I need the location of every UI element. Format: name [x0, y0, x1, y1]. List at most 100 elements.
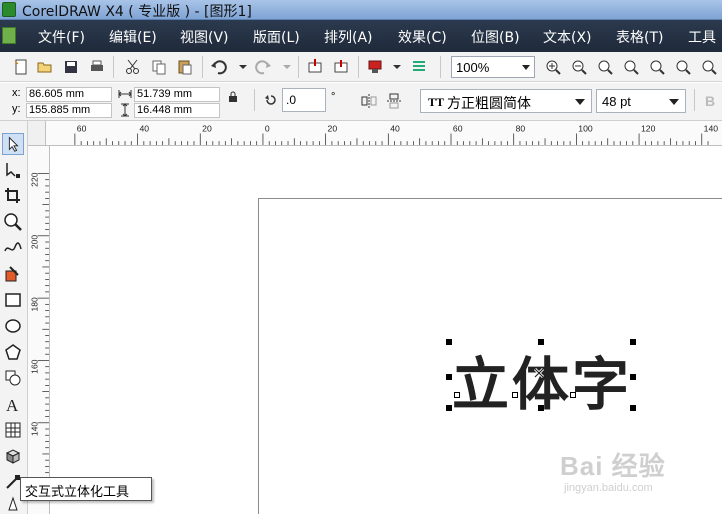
shape-tool-icon[interactable]	[2, 159, 24, 181]
crop-tool-icon[interactable]	[2, 185, 24, 207]
selection-handle[interactable]	[538, 339, 544, 345]
zoom-all-objects-icon[interactable]	[622, 58, 640, 76]
text-tool-icon[interactable]: A	[2, 393, 24, 415]
menu-arrange[interactable]: 排列(A)	[324, 27, 373, 47]
open-folder-icon[interactable]	[36, 58, 54, 76]
height-field[interactable]: 16.448 mm	[134, 103, 220, 118]
freehand-tool-icon[interactable]	[2, 237, 24, 259]
horizontal-ruler[interactable]: 60 40 20 0 20 40 60 80 100 120 140	[46, 121, 722, 146]
toolbar-separator	[113, 56, 114, 78]
zoom-out-icon[interactable]	[570, 58, 588, 76]
ruler-tick-label: 100	[578, 124, 593, 134]
zoom-selected-icon[interactable]	[596, 58, 614, 76]
ruler-tick-label: 60	[77, 124, 87, 134]
text-node-handle[interactable]	[454, 392, 460, 398]
font-size-select[interactable]: 48 pt	[596, 89, 686, 113]
smart-fill-tool-icon[interactable]	[2, 263, 24, 285]
menu-bitmaps[interactable]: 位图(B)	[471, 27, 520, 47]
welcome-screen-icon[interactable]	[410, 58, 428, 76]
menu-bar: 文件(F) 编辑(E) 视图(V) 版面(L) 排列(A) 效果(C) 位图(B…	[0, 20, 722, 52]
ruler-tick-label: 40	[390, 124, 400, 134]
zoom-page-width-icon[interactable]	[674, 58, 692, 76]
bold-icon[interactable]: B	[704, 93, 718, 109]
chevron-down-icon	[669, 99, 679, 105]
copy-icon[interactable]	[150, 58, 168, 76]
menu-edit[interactable]: 编辑(E)	[109, 27, 157, 47]
baidu-watermark: Bai 经验 jingyan.baidu.com	[560, 438, 720, 498]
zoom-level-value: 100%	[456, 60, 490, 75]
text-node-handle[interactable]	[570, 392, 576, 398]
font-family-select[interactable]: TT 方正粗圆简体	[420, 89, 592, 113]
ellipse-tool-icon[interactable]	[2, 315, 24, 337]
selection-handle[interactable]	[446, 374, 452, 380]
polygon-tool-icon[interactable]	[2, 341, 24, 363]
basic-shapes-tool-icon[interactable]	[2, 367, 24, 389]
y-label: y:	[12, 103, 21, 115]
new-document-icon[interactable]	[12, 58, 30, 76]
redo-icon[interactable]	[254, 58, 272, 76]
undo-icon[interactable]	[210, 58, 228, 76]
save-icon[interactable]	[62, 58, 80, 76]
pick-tool-icon[interactable]	[2, 133, 24, 155]
zoom-tool-icon[interactable]	[2, 211, 24, 233]
ruler-tick-label: 20	[328, 124, 338, 134]
text-node-handle[interactable]	[512, 392, 518, 398]
coreldraw-app-icon	[2, 2, 16, 17]
print-icon[interactable]	[88, 58, 106, 76]
mirror-horizontal-icon[interactable]	[360, 93, 378, 109]
x-position-field[interactable]: 86.605 mm	[26, 87, 112, 102]
selection-handle[interactable]	[446, 339, 452, 345]
toolbox: A	[0, 121, 28, 514]
ruler-tick-label: 220	[30, 172, 40, 187]
redo-dropdown-icon[interactable]	[278, 58, 296, 76]
ruler-tick-label: 180	[30, 297, 40, 312]
rectangle-tool-icon[interactable]	[2, 289, 24, 311]
launcher-dropdown-icon[interactable]	[388, 58, 406, 76]
zoom-page-height-icon[interactable]	[700, 58, 718, 76]
paste-icon[interactable]	[176, 58, 194, 76]
ruler-tick-label: 40	[139, 124, 149, 134]
cut-icon[interactable]	[124, 58, 142, 76]
vertical-ruler[interactable]: 220 200 180 160 140	[28, 146, 50, 514]
toolbar-separator	[202, 56, 203, 78]
ruler-tick-label: 80	[516, 124, 526, 134]
interactive-extrude-tool-icon[interactable]	[2, 445, 24, 467]
application-launcher-icon[interactable]	[366, 58, 384, 76]
font-family-value: 方正粗圆简体	[447, 96, 531, 112]
selection-handle[interactable]	[446, 405, 452, 411]
selection-handle[interactable]	[538, 405, 544, 411]
lock-ratio-icon[interactable]	[228, 91, 238, 103]
selection-handle[interactable]	[630, 374, 636, 380]
menu-tools[interactable]: 工具	[688, 27, 716, 47]
width-field[interactable]: 51.739 mm	[134, 87, 220, 102]
tool-tooltip: 交互式立体化工具	[20, 477, 152, 501]
ruler-tick-label: 0	[265, 124, 270, 134]
menu-table[interactable]: 表格(T)	[616, 27, 663, 47]
rotation-angle-field[interactable]: .0	[282, 88, 326, 112]
center-marker-icon	[533, 367, 545, 379]
y-position-field[interactable]: 155.885 mm	[26, 103, 112, 118]
selection-handle[interactable]	[630, 405, 636, 411]
degree-unit: °	[331, 91, 336, 103]
table-tool-icon[interactable]	[2, 419, 24, 441]
menu-file[interactable]: 文件(F)	[38, 27, 85, 47]
menu-effects[interactable]: 效果(C)	[398, 27, 447, 47]
undo-dropdown-icon[interactable]	[234, 58, 252, 76]
toolbar-separator	[254, 89, 255, 111]
mirror-vertical-icon[interactable]	[386, 93, 402, 109]
menu-text[interactable]: 文本(X)	[543, 27, 592, 47]
svg-text:B: B	[705, 93, 715, 109]
ruler-tick-label: 140	[30, 422, 40, 437]
export-icon[interactable]	[332, 58, 350, 76]
zoom-in-icon[interactable]	[544, 58, 562, 76]
zoom-level-select[interactable]: 100%	[451, 56, 535, 78]
ruler-origin[interactable]	[28, 121, 46, 146]
menu-view[interactable]: 视图(V)	[180, 27, 229, 47]
chevron-down-icon	[575, 99, 585, 105]
toolbar-separator	[694, 89, 695, 111]
import-icon[interactable]	[306, 58, 324, 76]
menu-layout[interactable]: 版面(L)	[253, 27, 300, 47]
document-icon[interactable]	[2, 27, 16, 44]
selection-handle[interactable]	[630, 339, 636, 345]
zoom-page-icon[interactable]	[648, 58, 666, 76]
